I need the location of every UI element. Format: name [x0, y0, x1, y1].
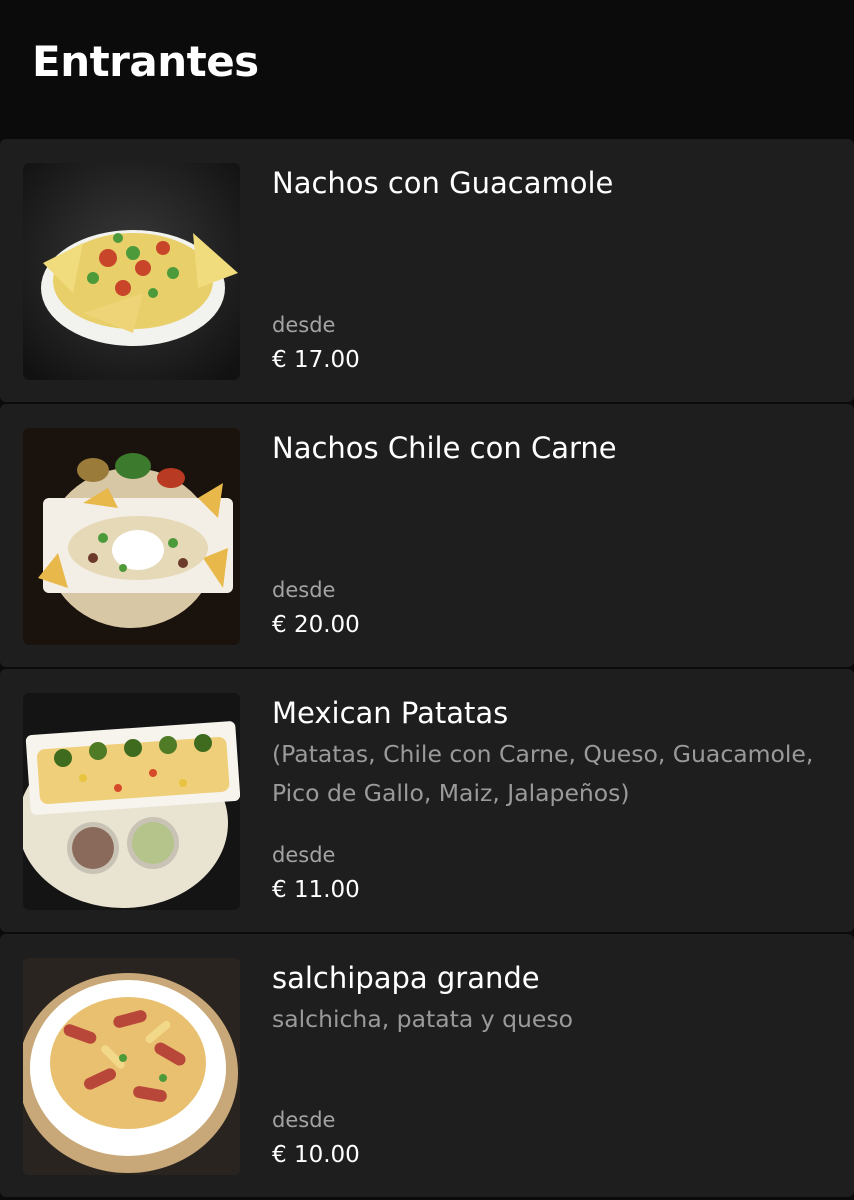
price-from-label: desde [272, 578, 336, 602]
nachos-chile-photo [23, 428, 240, 645]
menu-item-price: € 17.00 [272, 347, 360, 373]
menu-item-info: salchipapa grande salchicha, patata y qu… [272, 958, 830, 1175]
menu-item-name: Nachos Chile con Carne [272, 431, 617, 465]
menu-item-info: Nachos Chile con Carne desde € 20.00 [272, 428, 830, 645]
menu-item-name: salchipapa grande [272, 961, 540, 995]
price-block: desde € 17.00 [272, 310, 360, 380]
section-title: Entrantes [32, 37, 259, 86]
menu-item-name: Nachos con Guacamole [272, 166, 614, 200]
menu-item-list: Nachos con Guacamole desde € 17.00 Nacho… [0, 139, 854, 1199]
menu-item-description: (Patatas, Chile con Carne, Queso, Guacam… [272, 740, 814, 807]
menu-item-info: Mexican Patatas (Patatas, Chile con Carn… [272, 693, 830, 910]
menu-item-card[interactable]: Mexican Patatas (Patatas, Chile con Carn… [0, 669, 854, 932]
price-block: desde € 20.00 [272, 575, 360, 645]
menu-item-card[interactable]: Nachos Chile con Carne desde € 20.00 [0, 404, 854, 667]
menu-item-price: € 10.00 [272, 1142, 360, 1168]
menu-item-card[interactable]: Nachos con Guacamole desde € 17.00 [0, 139, 854, 402]
salchipapa-photo [23, 958, 240, 1175]
menu-item-price: € 11.00 [272, 877, 360, 903]
menu-page: Entrantes Nachos con Guacamole desde € 1… [0, 0, 854, 1200]
price-from-label: desde [272, 843, 336, 867]
menu-item-info: Nachos con Guacamole desde € 17.00 [272, 163, 830, 380]
price-block: desde € 10.00 [272, 1105, 360, 1175]
menu-item-price: € 20.00 [272, 612, 360, 638]
nachos-guacamole-photo [23, 163, 240, 380]
mexican-patatas-photo [23, 693, 240, 910]
menu-item-card[interactable]: salchipapa grande salchicha, patata y qu… [0, 934, 854, 1197]
menu-item-name: Mexican Patatas [272, 696, 509, 730]
menu-item-description: salchicha, patata y queso [272, 1005, 573, 1033]
price-from-label: desde [272, 1108, 336, 1132]
price-block: desde € 11.00 [272, 840, 360, 910]
price-from-label: desde [272, 313, 336, 337]
